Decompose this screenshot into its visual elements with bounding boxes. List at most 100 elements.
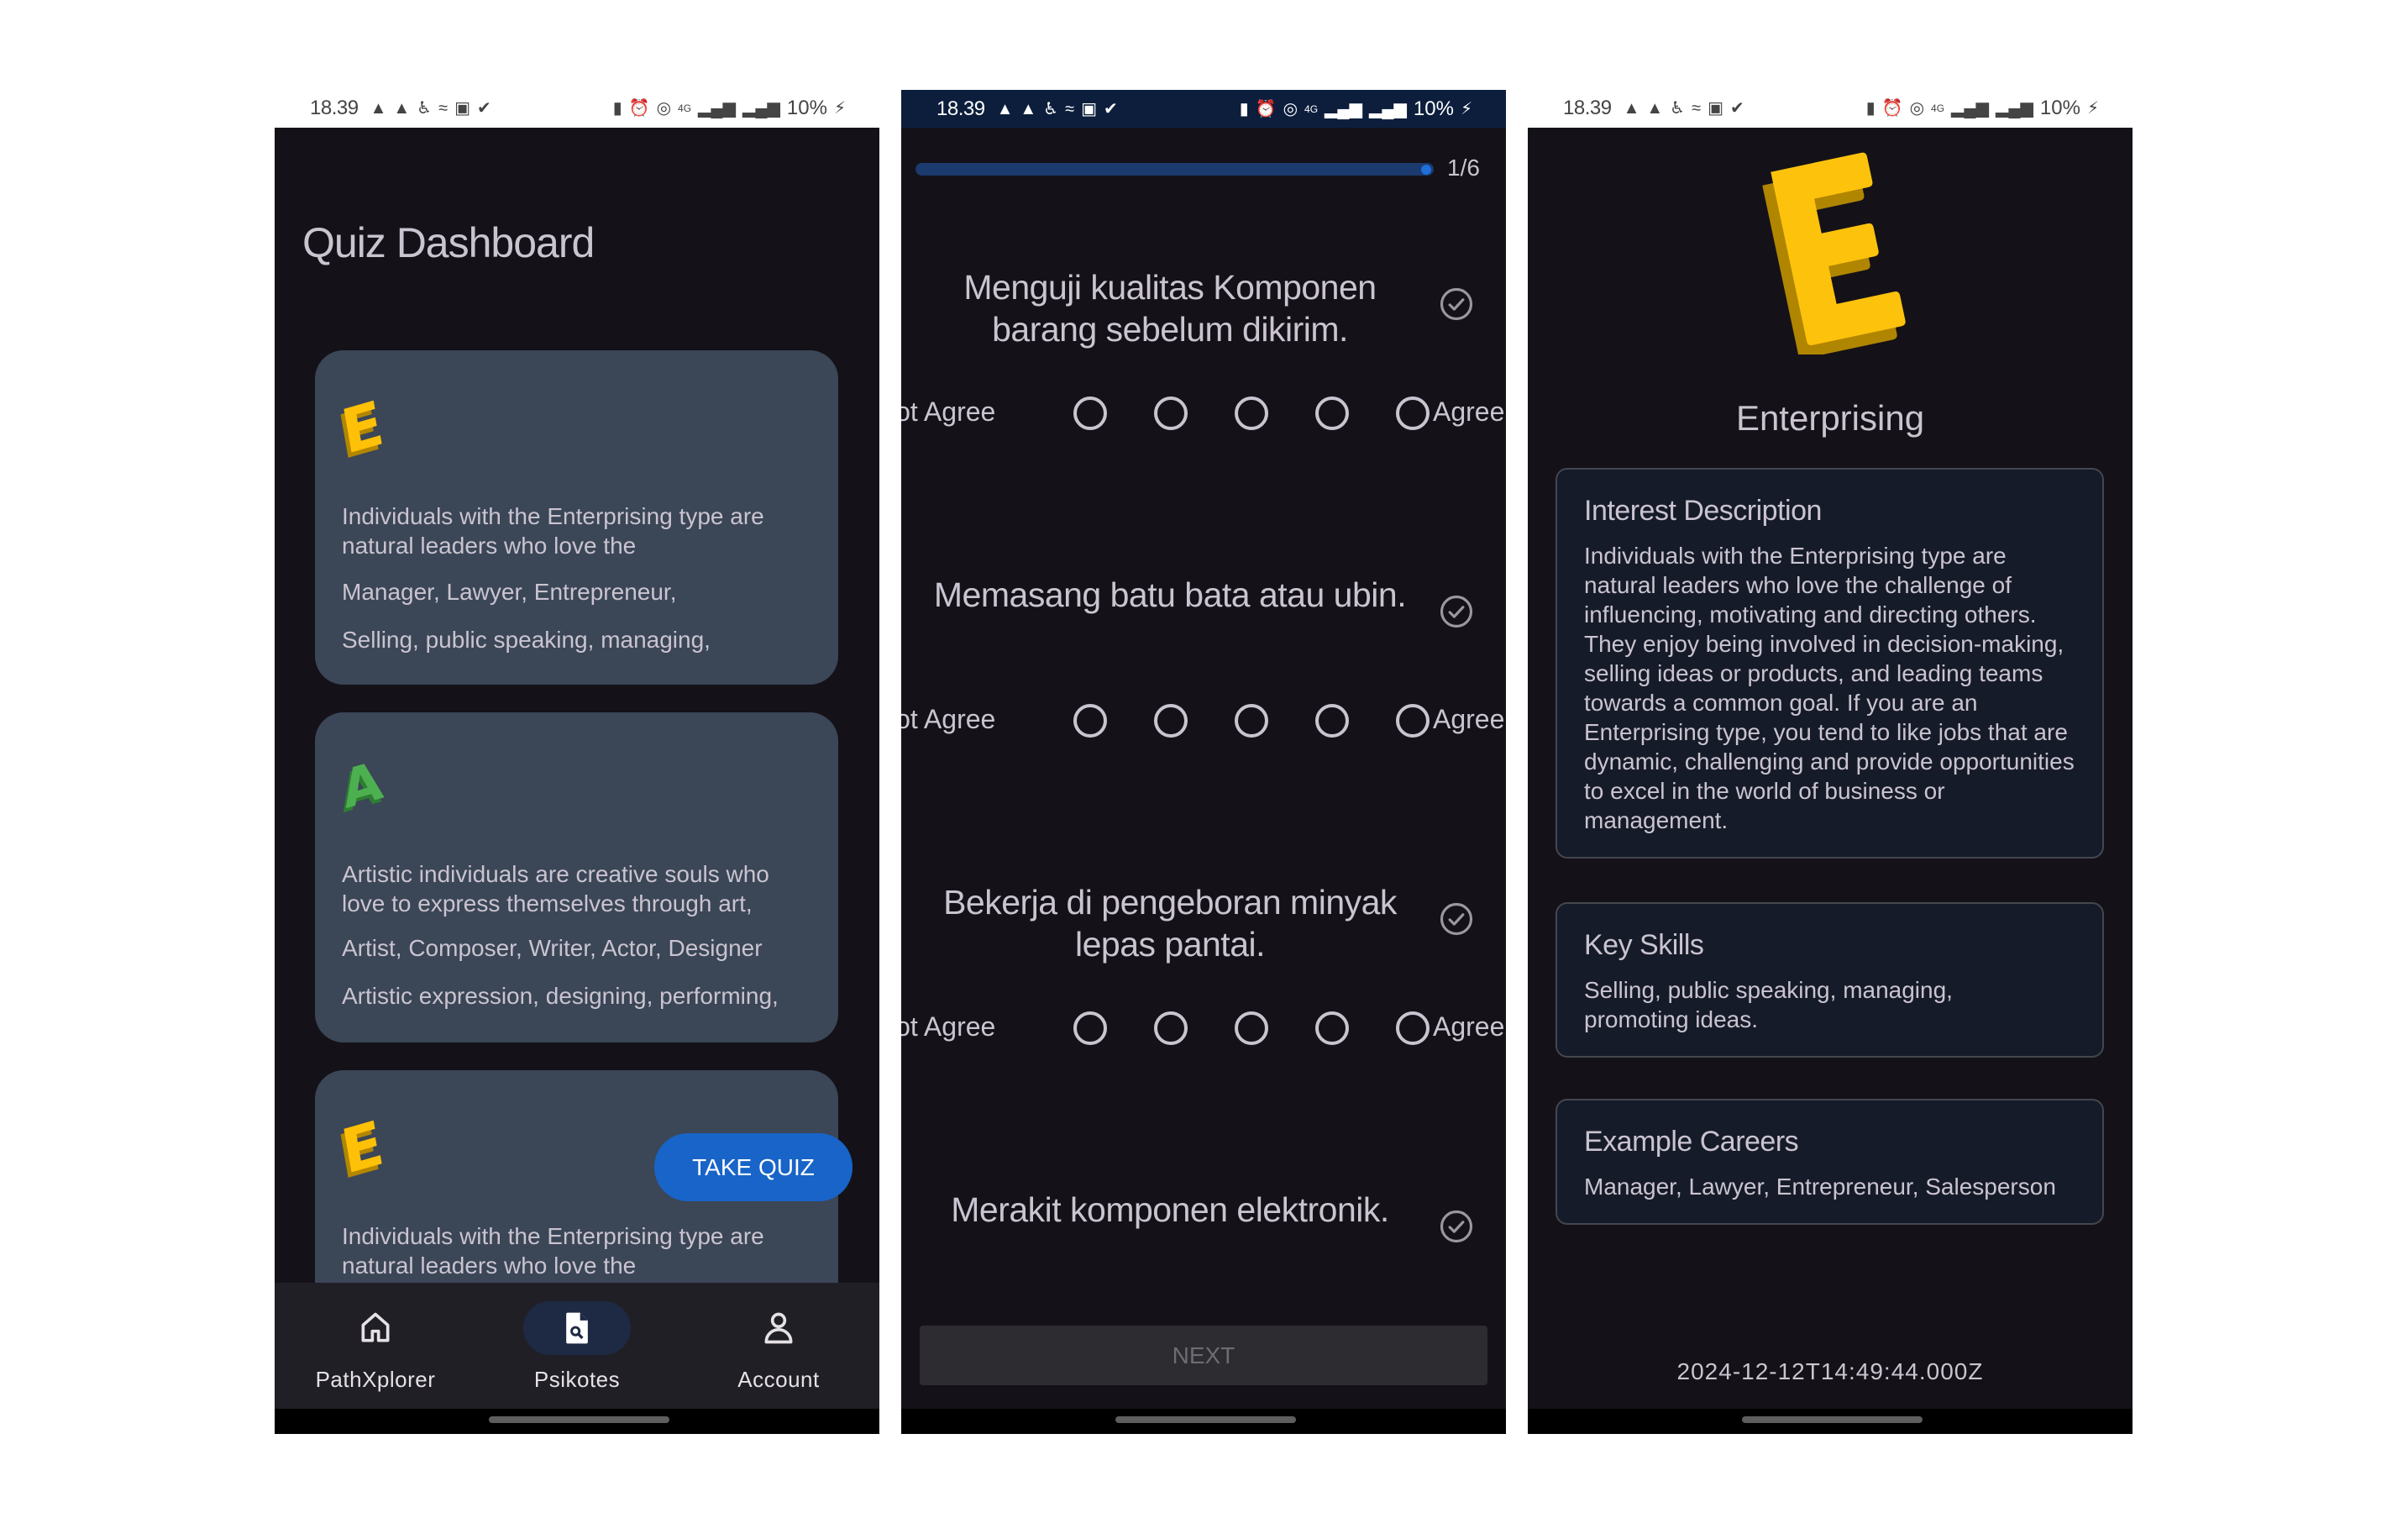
radio-option-1[interactable] [1073, 704, 1107, 738]
accessibility-icon: ♿ [1670, 98, 1686, 118]
signal-icon: ▂▄▆ [1995, 98, 2033, 118]
section-body: Selling, public speaking, managing, prom… [1584, 977, 1953, 1032]
card-description: Artistic individuals are creative souls … [342, 861, 769, 916]
scale-label-left: Not Agree [901, 704, 996, 734]
nav-item-pathxplorer[interactable]: PathXplorer [275, 1283, 476, 1409]
warning-icon: ▲ [393, 98, 411, 118]
interest-description-card: Interest Description Individuals with th… [1555, 468, 2104, 859]
dashboard-screen: Quiz Dashboard E Individuals with the En… [275, 128, 879, 1409]
radio-option-2[interactable] [1154, 397, 1188, 430]
check-circle-icon: ✔ [1729, 98, 1744, 118]
radio-option-4[interactable] [1315, 1011, 1349, 1045]
home-indicator[interactable] [1115, 1416, 1296, 1423]
battery-percent: 10% [786, 96, 827, 119]
radio-option-3[interactable] [1235, 397, 1268, 430]
likert-scale: Not Agree Agree [901, 388, 1506, 439]
warning-icon: ▲ [1623, 98, 1640, 118]
section-body: Individuals with the Enterprising type a… [1584, 543, 2075, 833]
radio-option-1[interactable] [1073, 1011, 1107, 1045]
battery-percent: 10% [1413, 97, 1454, 120]
accessibility-icon: ♿ [1043, 99, 1059, 118]
signal-icon: ▂▄▆ [1951, 98, 1989, 118]
recycle-battery-icon: ▮ [1865, 98, 1876, 118]
4g-data-icon: 4G [1931, 102, 1945, 114]
warning-icon: ▲ [370, 98, 387, 118]
type-card-artistic[interactable]: A Artistic individuals are creative soul… [315, 712, 838, 1042]
phone-quiz: 18.39 ▲ ▲ ♿ ≈ ▣ ✔ ▮ ⏰ ◎ 4G ▂▄▆ ▂▄▆ 10% ⚡… [901, 88, 1506, 1434]
radio-option-4[interactable] [1315, 397, 1349, 430]
person-icon [764, 1312, 793, 1344]
gesture-bar [1528, 1409, 2133, 1434]
likert-scale: Not Agree Agree [901, 1003, 1506, 1053]
next-button[interactable]: NEXT [920, 1326, 1487, 1385]
signal-icon: ▂▄▆ [698, 98, 736, 118]
swim-icon: ≈ [1692, 98, 1702, 118]
check-circle-icon: ✔ [476, 98, 491, 118]
status-bar: 18.39 ▲ ▲ ♿ ≈ ▣ ✔ ▮ ⏰ ◎ 4G ▂▄▆ ▂▄▆ 10% ⚡ [901, 90, 1506, 128]
section-body: Manager, Lawyer, Entrepreneur, Salespers… [1584, 1174, 2056, 1200]
image-icon: ▣ [454, 98, 470, 118]
image-icon: ▣ [1708, 98, 1723, 118]
progress-bar [915, 163, 1434, 176]
home-indicator[interactable] [489, 1416, 669, 1423]
4g-data-icon: 4G [1304, 102, 1319, 115]
recycle-battery-icon: ▮ [612, 98, 622, 118]
result-timestamp: 2024-12-12T14:49:44.000Z [1676, 1358, 1984, 1384]
signal-icon: ▂▄▆ [1368, 99, 1407, 118]
battery-charging-icon: ⚡ [1460, 99, 1472, 118]
4g-data-icon: 4G [678, 102, 692, 114]
recycle-battery-icon: ▮ [1239, 99, 1249, 118]
likert-scale: Not Agree Agree [901, 696, 1506, 746]
alarm-icon: ⏰ [1881, 98, 1903, 118]
radio-option-2[interactable] [1154, 1011, 1188, 1045]
hotspot-icon: ◎ [656, 98, 672, 118]
gesture-bar [275, 1409, 879, 1434]
section-title: Interest Description [1584, 495, 1822, 527]
take-quiz-button[interactable]: TAKE QUIZ [654, 1133, 853, 1201]
scale-label-left: Not Agree [901, 1011, 996, 1042]
status-bar: 18.39 ▲ ▲ ♿ ≈ ▣ ✔ ▮ ⏰ ◎ 4G ▂▄▆ ▂▄▆ 10% ⚡ [1528, 88, 2133, 128]
swim-icon: ≈ [438, 98, 449, 118]
radio-option-3[interactable] [1235, 704, 1268, 738]
battery-charging-icon: ⚡ [833, 98, 846, 118]
nav-label: Account [737, 1367, 820, 1392]
enterprising-letter-icon: E [336, 386, 389, 469]
check-circle-icon [1440, 287, 1473, 321]
bottom-nav: PathXplorer Psikotes Account [275, 1283, 879, 1409]
scale-label-right: Agree [1433, 397, 1505, 427]
card-description: Individuals with the Enterprising type a… [342, 503, 764, 559]
check-circle-icon: ✔ [1103, 99, 1118, 118]
radio-option-1[interactable] [1073, 397, 1107, 430]
radio-option-3[interactable] [1235, 1011, 1268, 1045]
nav-item-account[interactable]: Account [678, 1283, 879, 1409]
radio-option-4[interactable] [1315, 704, 1349, 738]
warning-icon: ▲ [1646, 98, 1664, 118]
swim-icon: ≈ [1065, 99, 1075, 118]
card-careers: Artist, Composer, Writer, Actor, Designe… [342, 935, 763, 961]
example-careers-card: Example Careers Manager, Lawyer, Entrepr… [1555, 1099, 2104, 1225]
hotspot-icon: ◎ [1283, 99, 1298, 118]
hotspot-icon: ◎ [1909, 98, 1925, 118]
artistic-letter-icon: A [337, 748, 387, 822]
scale-label-right: Agree [1433, 704, 1505, 734]
image-icon: ▣ [1081, 99, 1097, 118]
key-skills-card: Key Skills Selling, public speaking, man… [1555, 902, 2104, 1058]
radio-option-5[interactable] [1396, 1011, 1430, 1045]
radio-option-5[interactable] [1396, 397, 1430, 430]
section-title: Key Skills [1584, 929, 1704, 961]
card-careers: Manager, Lawyer, Entrepreneur, [342, 579, 677, 605]
question-text: Memasang batu bata atau ubin. [933, 575, 1407, 614]
nav-item-psikotes[interactable]: Psikotes [476, 1283, 678, 1409]
enterprising-letter-icon: E [336, 1106, 389, 1189]
type-card-enterprising[interactable]: E Individuals with the Enterprising type… [315, 350, 838, 685]
home-indicator[interactable] [1742, 1416, 1923, 1423]
accessibility-icon: ♿ [417, 98, 433, 118]
radio-option-5[interactable] [1396, 704, 1430, 738]
quiz-screen: 1/6 Menguji kualitas Komponen barang seb… [901, 128, 1506, 1409]
nav-label: Psikotes [533, 1367, 621, 1392]
scale-label-left: Not Agree [901, 397, 996, 427]
signal-icon: ▂▄▆ [1325, 99, 1362, 118]
section-title: Example Careers [1584, 1126, 1799, 1158]
check-circle-icon [1440, 595, 1473, 628]
radio-option-2[interactable] [1154, 704, 1188, 738]
